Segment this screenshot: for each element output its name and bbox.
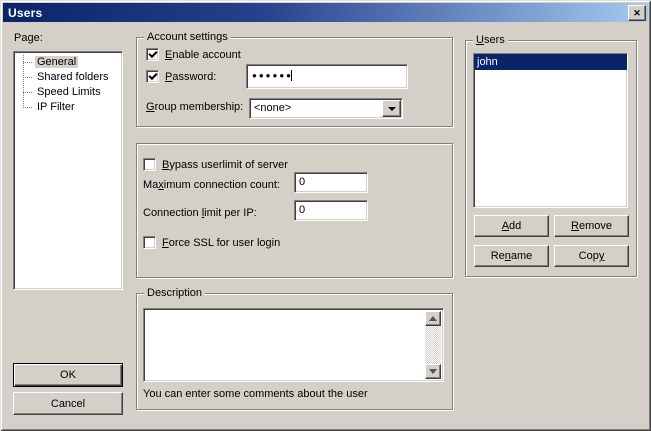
group-membership-value: <none> (254, 102, 291, 115)
remove-user-button[interactable]: Remove (554, 215, 629, 237)
user-list-item[interactable]: john (474, 54, 627, 70)
tree-item-ip-filter[interactable]: IP Filter (14, 100, 122, 115)
users-list[interactable]: john (473, 53, 628, 208)
tree-item-shared-folders[interactable]: Shared folders (14, 70, 122, 85)
max-connection-input[interactable]: 0 (294, 172, 368, 193)
copy-user-button[interactable]: Copy (554, 245, 629, 267)
scroll-up-icon (429, 312, 437, 321)
force-ssl-label[interactable]: Force SSL for user login (162, 237, 280, 250)
description-hint: You can enter some comments about the us… (143, 388, 368, 401)
close-icon: ✕ (633, 9, 641, 18)
bypass-userlimit-checkbox[interactable] (143, 158, 156, 171)
description-title: Description (144, 287, 205, 300)
window-title: Users (8, 6, 42, 20)
description-textarea[interactable] (143, 308, 444, 382)
password-label[interactable]: Password: (165, 71, 216, 84)
account-settings-title: Account settings (144, 31, 231, 44)
enable-account-label[interactable]: Enable account (165, 49, 241, 62)
scroll-down-button[interactable] (425, 364, 441, 379)
group-membership-label: Group membership: (146, 101, 243, 114)
description-scrollbar[interactable] (425, 311, 441, 379)
users-group: Users john Add Remove Rename Copy (465, 40, 637, 277)
dropdown-button[interactable] (382, 100, 401, 117)
max-connection-label: Maximum connection count: (143, 179, 280, 192)
scroll-down-icon (429, 369, 437, 378)
users-dialog: Users ✕ Page: General Shared folders Spe… (0, 0, 651, 431)
bypass-userlimit-label[interactable]: Bypass userlimit of server (162, 159, 288, 172)
tree-item-general[interactable]: General (14, 55, 122, 70)
group-membership-select[interactable]: <none> (249, 98, 403, 119)
force-ssl-checkbox[interactable] (143, 236, 156, 249)
password-input[interactable]: ●●●●●● (246, 64, 408, 89)
ip-limit-input[interactable]: 0 (294, 200, 368, 221)
close-button[interactable]: ✕ (628, 5, 646, 21)
ok-button[interactable]: OK (13, 363, 123, 387)
password-checkbox[interactable] (146, 70, 159, 83)
add-user-button[interactable]: Add (474, 215, 549, 237)
tree-item-speed-limits[interactable]: Speed Limits (14, 85, 122, 100)
ip-limit-label: Connection limit per IP: (143, 207, 257, 220)
enable-account-checkbox[interactable] (146, 48, 159, 61)
users-group-title: Users (473, 34, 508, 47)
chevron-down-icon (388, 107, 396, 115)
page-tree[interactable]: General Shared folders Speed Limits IP F… (13, 51, 123, 290)
text-caret (290, 70, 292, 82)
cancel-button[interactable]: Cancel (13, 392, 123, 415)
rename-user-button[interactable]: Rename (474, 245, 549, 267)
scroll-up-button[interactable] (425, 311, 441, 326)
description-group: Description You can enter some comments … (136, 293, 453, 410)
page-label: Page: (14, 32, 43, 45)
account-settings-group: Account settings Enable account Password… (136, 37, 453, 127)
title-bar[interactable]: Users (3, 3, 648, 22)
password-masked-value: ●●●●●● (252, 70, 293, 82)
limits-group: Bypass userlimit of server Maximum conne… (136, 143, 453, 278)
